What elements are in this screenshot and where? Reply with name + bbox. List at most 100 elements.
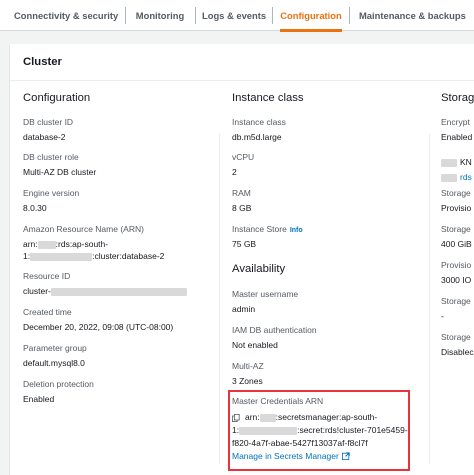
field-label: Encrypt: [441, 117, 470, 127]
field-label: Deletion protection: [23, 379, 94, 389]
instance-class-column: Instance class: [232, 92, 304, 104]
field-label: Master username: [232, 289, 299, 299]
tab-logs-events[interactable]: Logs & events: [202, 0, 266, 31]
arn-prefix: arn:: [23, 239, 38, 249]
field-label: Resource ID: [23, 271, 71, 281]
tab-configuration[interactable]: Configuration: [280, 0, 342, 32]
configuration-title: Configuration: [23, 92, 91, 104]
field-deletion-protection: Deletion protection Enabled: [23, 379, 94, 404]
field-value-link[interactable]: rds: [441, 172, 472, 182]
field-value: 3000 IO: [441, 275, 472, 285]
field-ram: RAM 8 GB: [232, 188, 251, 213]
field-value: December 20, 2022, 09:08 (UTC-08:00): [23, 322, 174, 332]
field-label: vCPU: [232, 152, 255, 162]
field-label: Instance class: [232, 117, 286, 127]
availability-title: Availability: [232, 263, 286, 275]
field-provisioned-iops: Provisio 3000 IO: [441, 260, 471, 285]
field-value: 400 GiB: [441, 239, 472, 249]
field-value: 2: [232, 167, 237, 177]
availability-section: Availability: [232, 263, 285, 275]
field-value: Not enabled: [232, 340, 278, 350]
tab-monitoring[interactable]: Monitoring: [131, 0, 189, 31]
highlight-box: [228, 390, 410, 471]
field-label: Storage: [441, 224, 471, 234]
configuration-column: Configuration: [23, 92, 90, 104]
field-engine-version: Engine version 8.0.30: [23, 188, 79, 213]
arn-suffix: :rds:ap-south-: [55, 239, 109, 249]
field-value: 8 GB: [232, 203, 252, 213]
tab-separator: [195, 7, 196, 24]
redacted-block: [50, 287, 187, 296]
field-parameter-group: Parameter group default.mysql8.0: [23, 343, 87, 368]
field-label: DB cluster ID: [23, 117, 74, 127]
field-label: Amazon Resource Name (ARN): [23, 224, 144, 234]
field-vcpu: vCPU 2: [232, 152, 254, 177]
redacted-block: [37, 240, 56, 249]
field-value: db.m5d.large: [232, 132, 282, 142]
field-iam-db-authentication: IAM DB authentication Not enabled: [232, 325, 317, 350]
storage-column: Storag: [441, 92, 474, 104]
field-resource-id: Resource ID cluster-: [23, 271, 187, 296]
field-db-cluster-id: DB cluster ID database-2: [23, 117, 73, 142]
field-value: database-2: [23, 132, 66, 142]
field-storage: Storage 400 GiB: [441, 224, 472, 249]
kms-text: KN: [460, 157, 472, 167]
field-value: 3 Zones: [232, 376, 263, 386]
field-value: Multi-AZ DB cluster: [23, 167, 97, 177]
field-label: Storage: [441, 188, 471, 198]
tab-separator: [349, 7, 350, 24]
field-value: -: [441, 311, 444, 321]
instance-store-label: Instance Store: [232, 224, 287, 234]
field-storage-throughput: Storage -: [441, 296, 471, 321]
tab-maintenance-backups[interactable]: Maintenance & backups: [359, 0, 466, 31]
field-label: Instance Store Info: [232, 224, 303, 234]
field-label: IAM DB authentication: [232, 325, 317, 335]
field-label: Parameter group: [23, 343, 87, 353]
tab-separator: [125, 7, 126, 24]
field-label: DB cluster role: [23, 152, 79, 162]
info-link[interactable]: Info: [290, 227, 303, 234]
field-arn: Amazon Resource Name (ARN) arn: :rds:ap-s…: [23, 224, 164, 261]
tab-bar: Connectivity & security Monitoring Logs …: [0, 0, 474, 32]
resource-id-prefix: cluster-: [23, 286, 51, 296]
field-value: KN: [441, 157, 472, 167]
arn-suffix: :cluster:database-2: [92, 251, 165, 261]
field-label: Provisio: [441, 260, 472, 270]
field-label: RAM: [232, 188, 251, 198]
field-value: Provisio: [441, 203, 472, 213]
field-value: Enabled: [441, 132, 473, 142]
field-value-line2: 1: :cluster:database-2: [23, 251, 164, 261]
field-encryption: Encrypt Enabled: [441, 117, 472, 142]
tab-separator: [272, 7, 273, 24]
tab-connectivity-security[interactable]: Connectivity & security: [14, 0, 118, 31]
field-value: cluster-: [23, 286, 187, 296]
column-divider: [429, 134, 430, 464]
field-label: Storage: [441, 296, 471, 306]
card-header: Cluster: [10, 44, 474, 81]
redacted-block: [441, 173, 457, 182]
field-label: Storage: [441, 332, 471, 342]
field-created-time: Created time December 20, 2022, 09:08 (U…: [23, 307, 173, 332]
card-title: Cluster: [23, 56, 62, 68]
column-divider: [219, 134, 220, 464]
field-value: arn: :rds:ap-south-: [23, 239, 164, 249]
field-instance-store: Instance Store Info 75 GB: [232, 224, 303, 249]
field-storage-autoscaling: Storage Disablec: [441, 332, 474, 357]
field-value: Enabled: [23, 394, 55, 404]
redacted-block: [441, 158, 457, 167]
field-instance-class: Instance class db.m5d.large: [232, 117, 286, 142]
field-value: 75 GB: [232, 239, 257, 249]
field-storage-type: Storage Provisio: [441, 188, 471, 213]
field-value: Disablec: [441, 347, 474, 357]
field-value: default.mysql8.0: [23, 358, 85, 368]
field-kms-key: KN rds: [441, 152, 472, 182]
field-db-cluster-role: DB cluster role Multi-AZ DB cluster: [23, 152, 96, 177]
field-label: Engine version: [23, 188, 80, 198]
storage-title: Storag: [441, 92, 474, 104]
kms-link-text[interactable]: rds: [460, 172, 472, 182]
arn-prefix: 1:: [23, 251, 31, 261]
redacted-block: [30, 252, 93, 261]
field-value: 8.0.30: [23, 203, 47, 213]
field-label: Created time: [23, 307, 72, 317]
field-master-username: Master username admin: [232, 289, 298, 314]
